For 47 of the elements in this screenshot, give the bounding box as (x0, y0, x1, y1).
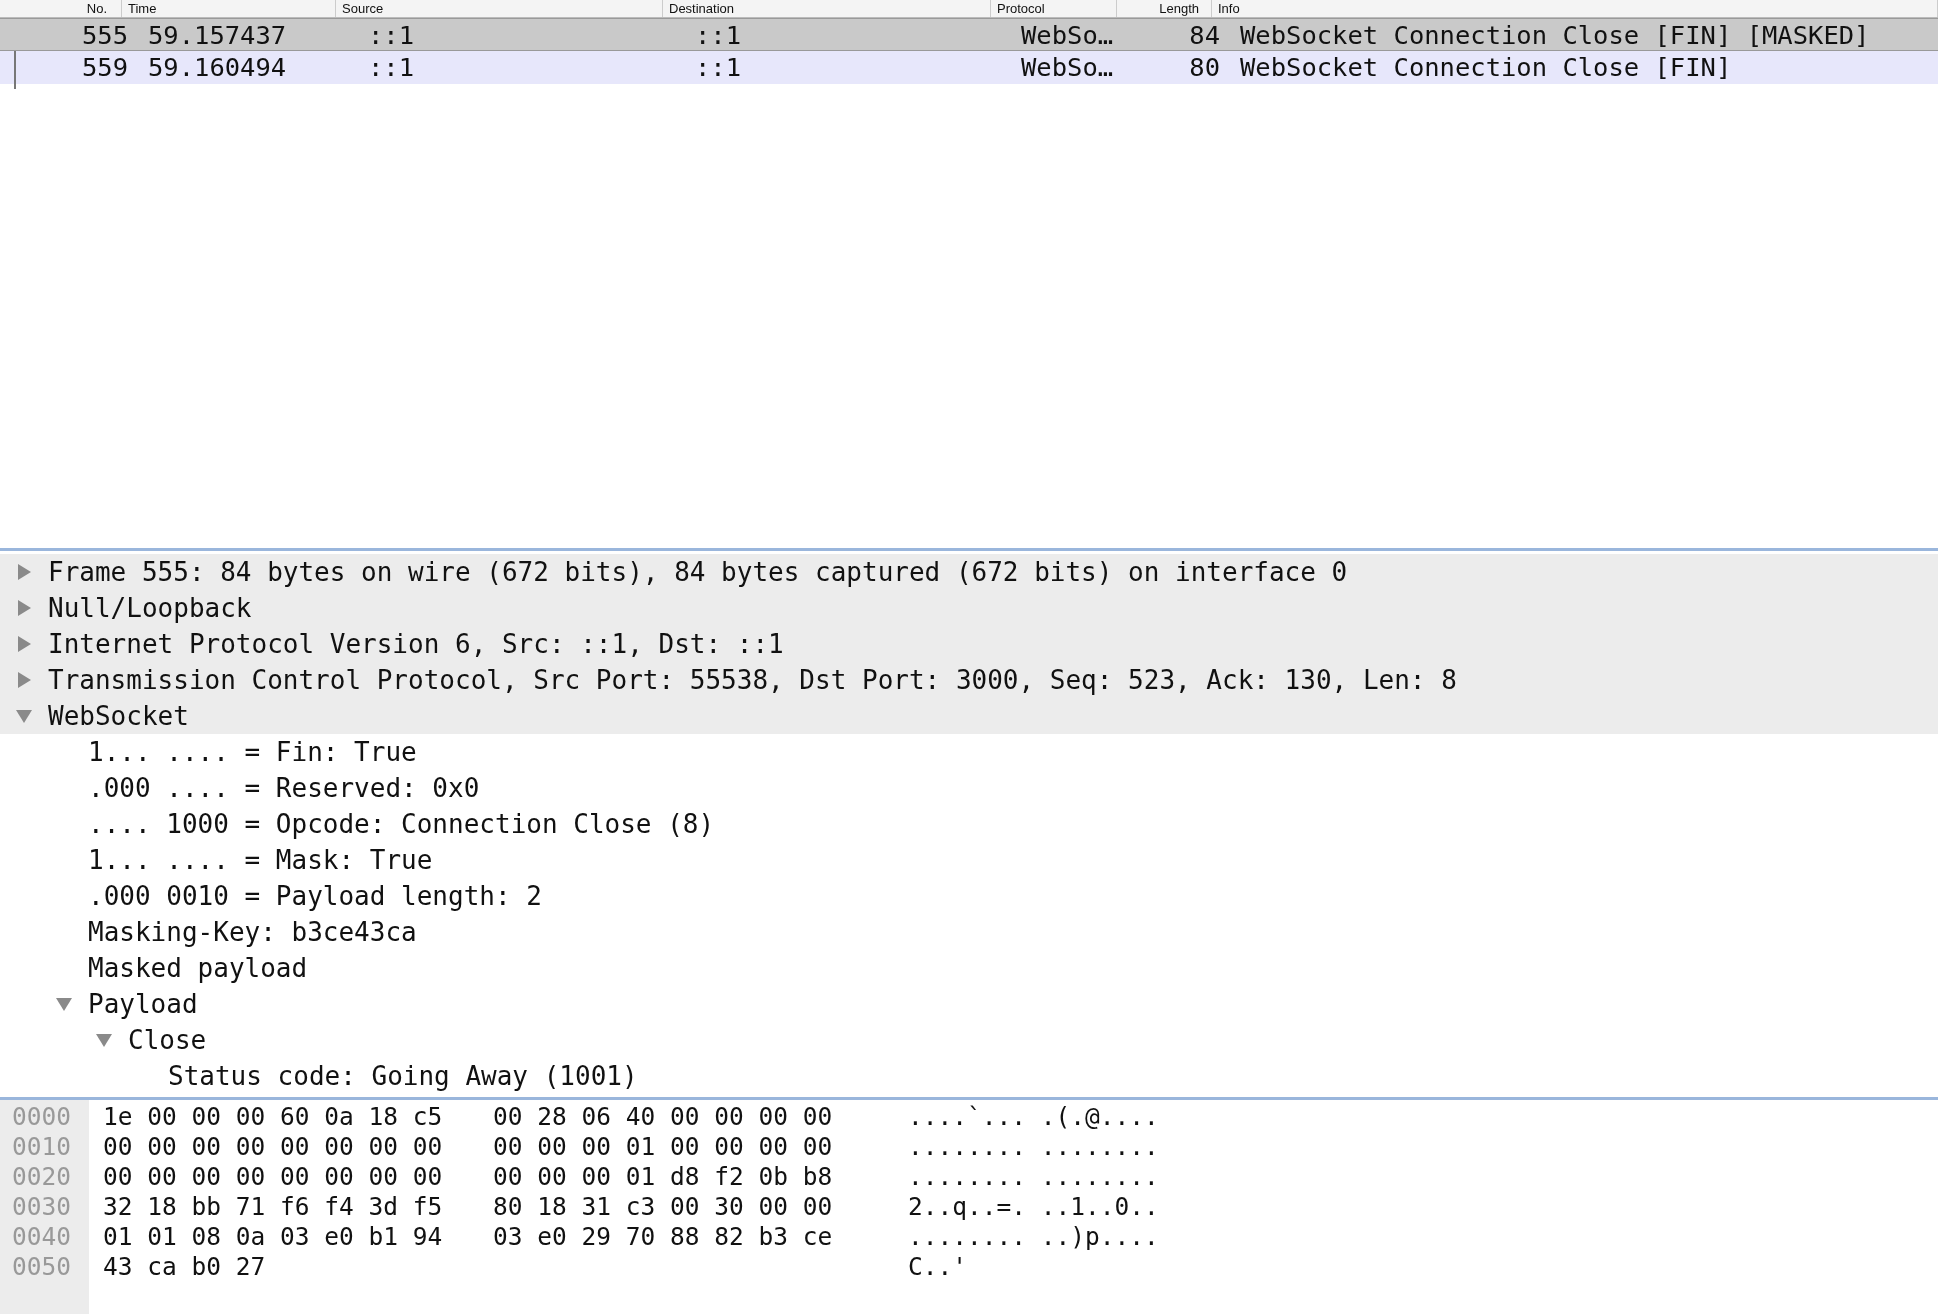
offset-text: 0020 (12, 1162, 72, 1192)
hex-bytes: 32 18 bb 71 f6 f4 3d f5 (103, 1192, 444, 1222)
column-header[interactable]: Source (336, 0, 663, 17)
table-cell-text: 59.160494 (147, 51, 288, 84)
table-cell-text: ::1 (367, 51, 416, 84)
tree-item[interactable]: Null/Loopback (48, 588, 252, 628)
offset-text: 0010 (12, 1132, 72, 1162)
table-cell-text: ::1 (694, 19, 743, 50)
table-cell-text: WebSo… (1020, 19, 1115, 50)
ascii-text: ........ ........ (908, 1132, 1159, 1162)
hex-bytes: 00 00 00 00 00 00 00 00 (103, 1132, 444, 1162)
offset-text: 0000 (12, 1102, 72, 1132)
table-cell-text: ::1 (694, 51, 743, 84)
table-cell-text: 559 (80, 51, 129, 84)
hex-bytes: 00 00 00 00 00 00 00 00 (103, 1162, 444, 1192)
column-header[interactable]: Info (1212, 0, 1938, 17)
table-cell-text: 555 (80, 19, 129, 50)
table-cell-text: WebSo… (1020, 51, 1115, 84)
table-cell-text: ::1 (367, 19, 416, 50)
table-cell-text: WebSocket Connection Close [FIN] [MASKED] (1239, 19, 1871, 50)
hex-bytes: 00 00 00 01 d8 f2 0b b8 (493, 1162, 834, 1192)
ascii-text: ....`... .(.@.... (908, 1102, 1159, 1132)
offset-text: 0030 (12, 1192, 72, 1222)
column-header[interactable]: Destination (663, 0, 991, 17)
ascii-text: 2..q..=. ..1..0.. (908, 1192, 1159, 1222)
offset-text: 0050 (12, 1252, 72, 1282)
hex-bytes: 80 18 31 c3 00 30 00 00 (493, 1192, 834, 1222)
hex-bytes: 43 ca b0 27 (103, 1252, 267, 1282)
hex-bytes: 03 e0 29 70 88 82 b3 ce (493, 1222, 834, 1252)
column-header[interactable]: No. (0, 0, 122, 17)
ascii-text: C..' (908, 1252, 967, 1282)
column-header[interactable]: Length (1117, 0, 1212, 17)
table-cell-text: WebSocket Connection Close [FIN] (1239, 51, 1733, 84)
related-packet-line (14, 51, 16, 89)
table-cell-text: 84 (1188, 19, 1221, 50)
column-header[interactable]: Time (122, 0, 336, 17)
hex-bytes: 01 01 08 0a 03 e0 b1 94 (103, 1222, 444, 1252)
table-cell-text: 80 (1188, 51, 1221, 84)
hex-bytes: 00 28 06 40 00 00 00 00 (493, 1102, 834, 1132)
offset-text: 0040 (12, 1222, 72, 1252)
ascii-text: ........ ........ (908, 1162, 1159, 1192)
packet-row[interactable]: 555 59.157437 ::1 ::1 WebSo… 84 WebSocket Connection Close [FIN] [MASKED] (0, 18, 1938, 51)
hex-bytes: 00 00 00 01 00 00 00 00 (493, 1132, 834, 1162)
hex-bytes: 1e 00 00 00 60 0a 18 c5 (103, 1102, 444, 1132)
column-header[interactable]: Protocol (991, 0, 1117, 17)
table-cell-text: 59.157437 (147, 19, 288, 50)
ascii-text: ........ ..)p.... (908, 1222, 1159, 1252)
